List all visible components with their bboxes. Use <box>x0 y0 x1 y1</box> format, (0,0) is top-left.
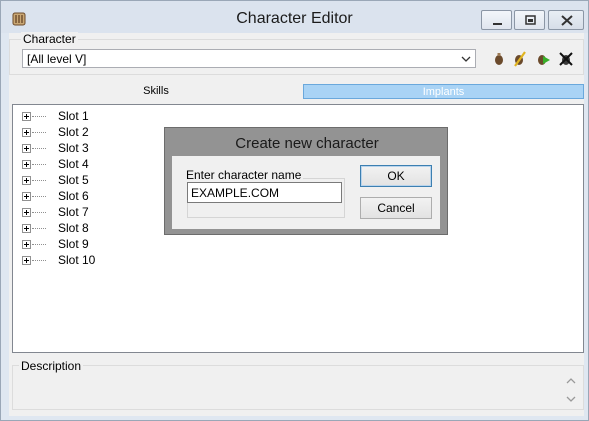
expand-icon[interactable] <box>22 160 31 169</box>
tree-item-label: Slot 4 <box>58 157 89 171</box>
expand-icon[interactable] <box>22 240 31 249</box>
character-select[interactable]: [All level V] <box>22 49 476 68</box>
chevron-down-icon <box>461 56 471 62</box>
maximize-button[interactable] <box>514 10 545 30</box>
tree-item-label: Slot 10 <box>58 253 96 267</box>
description-label: Description <box>19 359 84 373</box>
character-select-value: [All level V] <box>27 52 87 66</box>
minimize-icon <box>493 23 502 25</box>
tree-item-label: Slot 3 <box>58 141 89 155</box>
character-group-label: Character <box>21 32 78 46</box>
tree-item-label: Slot 2 <box>58 125 89 139</box>
expand-icon[interactable] <box>22 128 31 137</box>
expand-icon[interactable] <box>22 176 31 185</box>
tree-item-label: Slot 5 <box>58 173 89 187</box>
character-name-input[interactable]: EXAMPLE.COM <box>187 182 342 203</box>
name-field-label: Enter character name <box>184 168 304 182</box>
tree-item-label: Slot 6 <box>58 189 89 203</box>
add-icon[interactable] <box>535 50 551 67</box>
description-scrollbar[interactable] <box>564 373 578 407</box>
ok-button[interactable]: OK <box>360 165 432 187</box>
tree-item-label: Slot 8 <box>58 221 89 235</box>
cancel-button[interactable]: Cancel <box>360 197 432 219</box>
expand-icon[interactable] <box>22 192 31 201</box>
title-bar[interactable]: Character Editor <box>1 1 588 33</box>
expand-icon[interactable] <box>22 256 31 265</box>
tree-item-label: Slot 9 <box>58 237 89 251</box>
tab-skills[interactable]: Skills <box>13 84 299 99</box>
expand-icon[interactable] <box>22 144 31 153</box>
minimize-button[interactable] <box>481 10 512 30</box>
delete-icon[interactable] <box>558 50 574 67</box>
expand-icon[interactable] <box>22 112 31 121</box>
maximize-icon <box>525 15 536 25</box>
close-button[interactable] <box>548 10 584 30</box>
character-editor-window: Character Editor Character [All level V]… <box>0 0 589 421</box>
potion-icon[interactable] <box>491 50 507 67</box>
tree-item-label: Slot 7 <box>58 205 89 219</box>
tree-item-label: Slot 1 <box>58 109 89 123</box>
dialog-title: Create new character <box>235 135 379 152</box>
description-group <box>12 365 584 410</box>
tab-implants[interactable]: Implants <box>303 84 584 99</box>
edit-icon[interactable] <box>512 50 528 67</box>
expand-icon[interactable] <box>22 224 31 233</box>
expand-icon[interactable] <box>22 208 31 217</box>
close-icon <box>561 15 573 26</box>
